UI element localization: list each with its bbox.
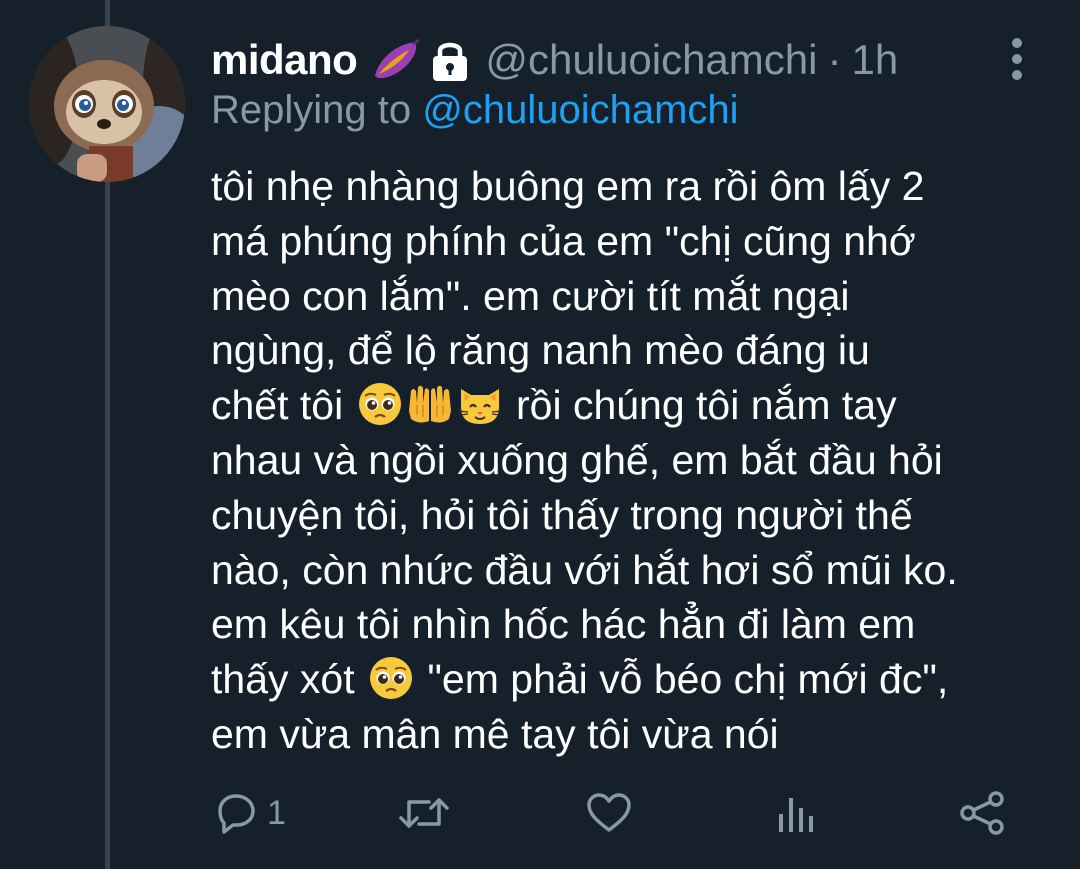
tweet-text-fragment: thấy xót (211, 656, 366, 703)
replying-to-handle[interactable]: @chuluoichamchi (422, 88, 738, 132)
analytics-icon (779, 798, 813, 832)
tweet-header: midano @chuluoichamchi · 1h (211, 32, 898, 88)
separator-dot: · (827, 36, 842, 83)
tweet-text-line: nhau và ngồi xuống ghế, em bắt đầu hỏi (211, 436, 943, 483)
retweet-icon (399, 798, 449, 828)
avatar[interactable] (29, 26, 185, 182)
tweet-text: tôi nhẹ nhàng buông em ra rồi ôm lấy 2 m… (211, 159, 1061, 762)
pleading-face-emoji (369, 657, 412, 700)
share-icon (960, 791, 1004, 835)
tweet-text-line: thấy xót "em phải vỗ béo chị mới đc", (211, 652, 1061, 707)
tweet-text-fragment: "em phải vỗ béo chị mới đc", (415, 656, 949, 703)
pleading-face-emoji (358, 383, 401, 426)
lock-icon (433, 42, 468, 81)
replying-prefix: Replying to (211, 88, 412, 132)
like-icon (587, 793, 631, 832)
tweet-text-fragment: chết tôi (211, 382, 355, 429)
sweet-potato-emoji (375, 38, 421, 79)
reply-button[interactable]: 1 (213, 785, 286, 841)
tweet-actions-bar: 1 (0, 785, 1080, 845)
tweet-text-line: nào, còn nhức đầu với hắt hơi sổ mũi ko. (211, 546, 958, 593)
share-button[interactable] (958, 785, 1006, 841)
like-button[interactable] (585, 785, 633, 841)
tweet-text-line: tôi nhẹ nhàng buông em ra rồi ôm lấy 2 (211, 163, 925, 209)
retweet-button[interactable] (398, 785, 450, 841)
analytics-button[interactable] (776, 785, 816, 841)
tweet-text-line: má phúng phính của em "chị cũng nhớ (211, 217, 916, 264)
display-name[interactable]: midano (211, 36, 358, 84)
replying-to: Replying to @chuluoichamchi (211, 88, 739, 133)
reply-icon (218, 794, 255, 834)
tweet-text-line: chết tôi rồi chúng tôi nắm tay (211, 378, 1061, 433)
user-handle[interactable]: @chuluoichamchi (485, 36, 817, 84)
timestamp[interactable]: 1h (851, 36, 898, 84)
tweet-text-line: mèo con lắm". em cười tít mắt ngại (211, 272, 850, 319)
tweet-text-line: chuyện tôi, hỏi tôi thấy trong người thế (211, 491, 913, 538)
more-options-icon[interactable] (1004, 36, 1030, 82)
tweet-text-line: ngùng, để lộ răng nanh mèo đáng iu (211, 327, 870, 374)
reply-count: 1 (267, 793, 286, 832)
tweet-text-line: em vừa mân mê tay tôi vừa nói (211, 710, 779, 757)
cat-face-emoji (458, 389, 501, 425)
tweet-text-line: em kêu tôi nhìn hốc hác hẳn đi làm em (211, 601, 916, 648)
tweet-text-fragment: rồi chúng tôi nắm tay (504, 382, 897, 429)
palms-up-together-emoji (408, 385, 451, 423)
